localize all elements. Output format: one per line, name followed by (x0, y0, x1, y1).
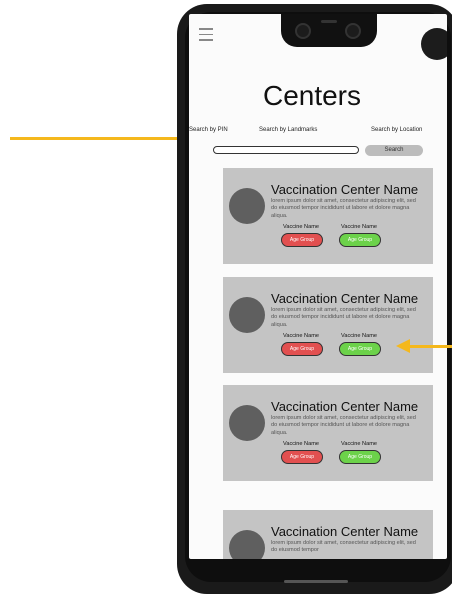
center-description: lorem ipsum dolor sit amet, consectetur … (271, 198, 416, 219)
hamburger-menu-icon[interactable] (199, 28, 213, 45)
speaker-grille (321, 20, 337, 23)
vaccine-name: Vaccine Name (283, 224, 319, 230)
home-indicator (284, 580, 348, 583)
center-logo (229, 188, 265, 224)
center-logo (229, 530, 265, 559)
annotation-arrow-age-group (410, 345, 452, 348)
center-description: lorem ipsum dolor sit amet, consectetur … (271, 540, 416, 554)
vaccine-name: Vaccine Name (341, 333, 377, 339)
center-card[interactable]: Vaccination Center Name lorem ipsum dolo… (223, 168, 433, 264)
age-group-badge[interactable]: Age Group (281, 342, 323, 356)
age-group-badge[interactable]: Age Group (339, 342, 381, 356)
page-title: Centers (262, 80, 362, 111)
menu-line (199, 33, 213, 35)
annotation-arrow-age-group-head (396, 339, 410, 353)
annotation-arrow-search (10, 137, 192, 140)
age-group-badge[interactable]: Age Group (339, 233, 381, 247)
center-name: Vaccination Center Name (271, 524, 419, 539)
search-input[interactable] (213, 146, 359, 154)
tab-search-by-pin[interactable]: Search by PIN (189, 127, 228, 133)
center-description: lorem ipsum dolor sit amet, consectetur … (271, 415, 416, 436)
tab-search-by-landmarks[interactable]: Search by Landmarks (259, 127, 317, 133)
vaccine-name: Vaccine Name (283, 441, 319, 447)
center-card[interactable]: Vaccination Center Name lorem ipsum dolo… (223, 277, 433, 373)
age-group-badge[interactable]: Age Group (281, 450, 323, 464)
center-name: Vaccination Center Name (271, 182, 419, 197)
camera-icon (295, 23, 311, 39)
profile-avatar-icon[interactable] (421, 28, 447, 60)
center-name: Vaccination Center Name (271, 399, 419, 414)
menu-line (199, 28, 213, 30)
center-card[interactable]: Vaccination Center Name lorem ipsum dolo… (223, 510, 433, 559)
search-button[interactable]: Search (365, 145, 423, 156)
center-name: Vaccination Center Name (271, 291, 419, 306)
vaccine-name: Vaccine Name (341, 441, 377, 447)
camera-icon (345, 23, 361, 39)
app-screen: Centers Search by PIN Search by Landmark… (189, 14, 447, 559)
center-logo (229, 297, 265, 333)
menu-line (199, 39, 213, 41)
vaccine-name: Vaccine Name (283, 333, 319, 339)
tab-search-by-location[interactable]: Search by Location (371, 127, 422, 133)
center-description: lorem ipsum dolor sit amet, consectetur … (271, 307, 416, 328)
phone-frame: Centers Search by PIN Search by Landmark… (177, 4, 452, 594)
center-logo (229, 405, 265, 441)
age-group-badge[interactable]: Age Group (339, 450, 381, 464)
age-group-badge[interactable]: Age Group (281, 233, 323, 247)
vaccine-name: Vaccine Name (341, 224, 377, 230)
center-card[interactable]: Vaccination Center Name lorem ipsum dolo… (223, 385, 433, 481)
phone-notch (281, 14, 377, 47)
